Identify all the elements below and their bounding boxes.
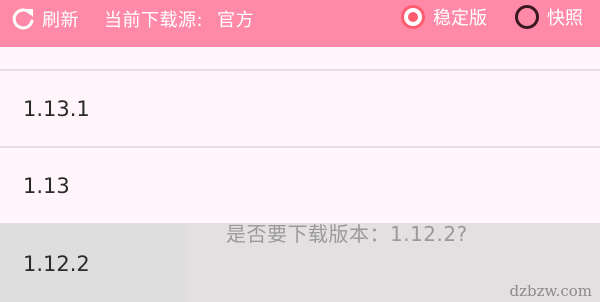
download-source-value: 官方	[217, 10, 255, 31]
refresh-label: 刷新	[42, 10, 79, 31]
stable-radio-icon[interactable]	[401, 5, 425, 29]
refresh-button[interactable]: 刷新	[8, 4, 79, 34]
version-label: 1.13.1	[23, 96, 90, 121]
top-toolbar: 刷新 当前下载源: 官方 稳定版 快照	[0, 0, 600, 47]
stable-version-option[interactable]: 稳定版	[401, 2, 487, 32]
download-source: 当前下载源: 官方	[104, 4, 254, 34]
version-label: 1.13	[23, 173, 70, 198]
list-item[interactable]: 1.13.1	[0, 71, 600, 146]
list-item-partial[interactable]	[0, 47, 600, 69]
snapshot-label: 快照	[547, 8, 583, 29]
stable-version-label: 稳定版	[433, 8, 487, 29]
version-list: 1.13.1 1.13 1.12.2	[0, 47, 600, 302]
watermark: dzbzw.com	[509, 282, 593, 300]
snapshot-radio-icon[interactable]	[515, 5, 539, 29]
download-source-label: 当前下载源:	[104, 10, 204, 31]
snapshot-option[interactable]: 快照	[515, 2, 583, 32]
version-label: 1.12.2	[23, 251, 90, 276]
download-confirm-toast: 是否要下载版本：1.12.2?	[226, 222, 468, 246]
list-item[interactable]: 1.13	[0, 148, 600, 223]
refresh-icon	[12, 8, 34, 30]
